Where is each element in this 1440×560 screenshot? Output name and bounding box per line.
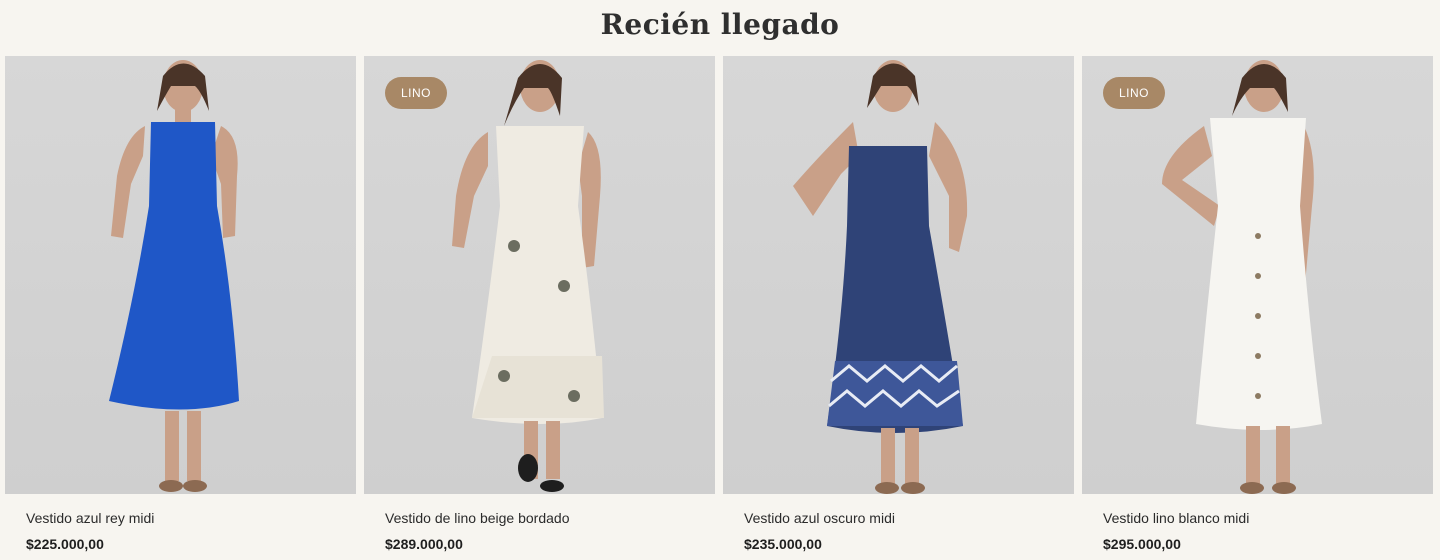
product-image[interactable] [723, 56, 1074, 494]
product-name[interactable]: Vestido de lino beige bordado [385, 510, 694, 526]
product-card[interactable]: LINO Vestido lino blanco midi $295.000,0… [1082, 56, 1433, 552]
product-name[interactable]: Vestido azul oscuro midi [744, 510, 1053, 526]
badge-lino: LINO [385, 77, 447, 109]
product-image[interactable]: LINO [364, 56, 715, 494]
product-price: $225.000,00 [26, 536, 104, 552]
section-title: Recién llegado [600, 8, 840, 41]
product-price: $295.000,00 [1103, 536, 1181, 552]
product-name[interactable]: Vestido lino blanco midi [1103, 510, 1412, 526]
product-image[interactable]: LINO [1082, 56, 1433, 494]
model-illustration [1162, 60, 1322, 494]
model-illustration [452, 60, 604, 492]
badge-lino: LINO [1103, 77, 1165, 109]
product-name[interactable]: Vestido azul rey midi [26, 510, 335, 526]
model-illustration [793, 60, 968, 494]
product-grid: Vestido azul rey midi $225.000,00 LINO V… [5, 56, 1433, 552]
model-illustration [109, 60, 239, 492]
product-price: $289.000,00 [385, 536, 463, 552]
product-image[interactable] [5, 56, 356, 494]
product-card[interactable]: LINO Vestido de lino beige bordado $289.… [364, 56, 715, 552]
product-card[interactable]: Vestido azul oscuro midi $235.000,00 [723, 56, 1074, 552]
product-price: $235.000,00 [744, 536, 822, 552]
product-card[interactable]: Vestido azul rey midi $225.000,00 [5, 56, 356, 552]
